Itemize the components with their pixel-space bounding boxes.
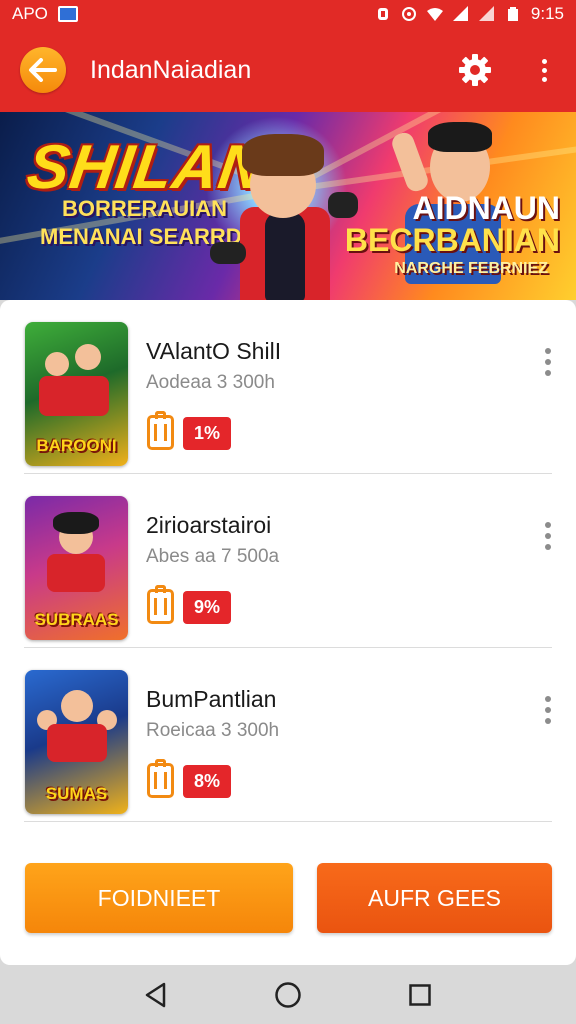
- item-subtitle: Roeicaa 3 300h: [146, 720, 280, 741]
- more-dot: [541, 67, 547, 73]
- more-vertical-icon: [541, 58, 547, 64]
- more-dot: [545, 707, 551, 713]
- item-title: VAlantO ShilI: [146, 338, 282, 364]
- trash-icon[interactable]: [147, 411, 174, 450]
- divider: [24, 821, 552, 822]
- thumb-caption: BAROONI: [36, 436, 117, 455]
- trash-icon[interactable]: [147, 759, 174, 798]
- banner-right-subtitle: BECRBANIAN: [344, 222, 560, 258]
- app-bar: IndanNaiadian: [0, 28, 576, 112]
- nfc-icon: [401, 7, 416, 21]
- wifi-icon: [426, 8, 443, 21]
- thumb-figure: [47, 554, 105, 592]
- thumb-figure: [61, 690, 93, 722]
- item-more-button[interactable]: [543, 696, 553, 724]
- alarm-icon: [377, 8, 388, 20]
- promo-banner[interactable]: SHILAN BORRERAUIAN MENANAI SEARRDIEN AID…: [0, 112, 576, 300]
- status-right: 9:15: [375, 4, 564, 24]
- thumb-figure: [53, 512, 99, 534]
- status-carrier-text: APO: [12, 4, 48, 23]
- thumb-figure: [45, 352, 69, 376]
- system-nav-bar: [0, 965, 576, 1024]
- game-list: BAROONI VAlantO ShilI Aodeaa 3 300h 1% S…: [0, 300, 576, 835]
- more-vertical-icon: [545, 348, 551, 354]
- action-bar: FOIDNIEET AUFR GEES: [0, 835, 576, 965]
- battery-icon: [507, 7, 518, 21]
- banner-subtitle: BORRERAUIAN: [62, 196, 227, 221]
- thumb-caption: SUMAS: [45, 784, 108, 803]
- item-more-button[interactable]: [543, 348, 553, 376]
- app-title: IndanNaiadian: [90, 55, 252, 84]
- nav-home-button[interactable]: [273, 980, 303, 1010]
- signal-icon: [478, 6, 494, 21]
- thumb-figure: [47, 724, 107, 762]
- more-dot: [545, 359, 551, 365]
- more-vertical-icon: [545, 522, 551, 528]
- more-options-button[interactable]: [532, 53, 556, 87]
- more-dot: [541, 76, 547, 82]
- circle-home-icon: [275, 981, 301, 1008]
- more-vertical-icon: [545, 696, 551, 702]
- game-thumbnail[interactable]: SUBRAAS: [25, 496, 128, 640]
- list-item[interactable]: SUBRAAS 2irioarstairoi Abes aa 7 500a 9%: [0, 474, 576, 648]
- banner-hero-character: [210, 112, 360, 300]
- game-thumbnail[interactable]: SUMAS: [25, 670, 128, 814]
- thumb-figure: [75, 344, 101, 370]
- left-action-button[interactable]: FOIDNIEET: [25, 863, 293, 933]
- app-notification-icon: [57, 6, 78, 22]
- more-dot: [545, 533, 551, 539]
- item-subtitle: Aodeaa 3 300h: [146, 372, 275, 393]
- back-button[interactable]: [20, 47, 66, 93]
- discount-badge: 8%: [183, 765, 231, 798]
- discount-badge: 1%: [183, 417, 231, 450]
- status-left: APO: [12, 4, 78, 24]
- more-dot: [545, 370, 551, 376]
- thumb-caption: SUBRAAS: [34, 610, 119, 629]
- square-recents-icon: [409, 983, 431, 1006]
- list-item[interactable]: BAROONI VAlantO ShilI Aodeaa 3 300h 1%: [0, 300, 576, 474]
- more-dot: [545, 718, 551, 724]
- settings-button[interactable]: [458, 53, 492, 87]
- banner-right-caption: NARGHE FEBRNIEZ: [394, 260, 548, 277]
- thumb-figure: [39, 376, 109, 416]
- status-time: 9:15: [530, 4, 564, 23]
- status-bar: APO 9:15: [0, 0, 576, 28]
- nav-recents-button[interactable]: [405, 980, 435, 1010]
- signal-icon: [452, 6, 468, 21]
- discount-badge: 9%: [183, 591, 231, 624]
- nav-back-button[interactable]: [141, 980, 171, 1010]
- item-subtitle: Abes aa 7 500a: [146, 546, 280, 567]
- game-thumbnail[interactable]: BAROONI: [25, 322, 128, 466]
- more-dot: [545, 544, 551, 550]
- triangle-back-icon: [145, 982, 166, 1007]
- item-title: BumPantlian: [146, 686, 277, 712]
- trash-icon[interactable]: [147, 585, 174, 624]
- gear-icon: [459, 54, 491, 86]
- item-title: 2irioarstairoi: [146, 512, 272, 538]
- right-action-button[interactable]: AUFR GEES: [317, 863, 552, 933]
- item-more-button[interactable]: [543, 522, 553, 550]
- list-item[interactable]: SUMAS BumPantlian Roeicaa 3 300h 8%: [0, 648, 576, 822]
- arrow-left-icon: [29, 58, 57, 82]
